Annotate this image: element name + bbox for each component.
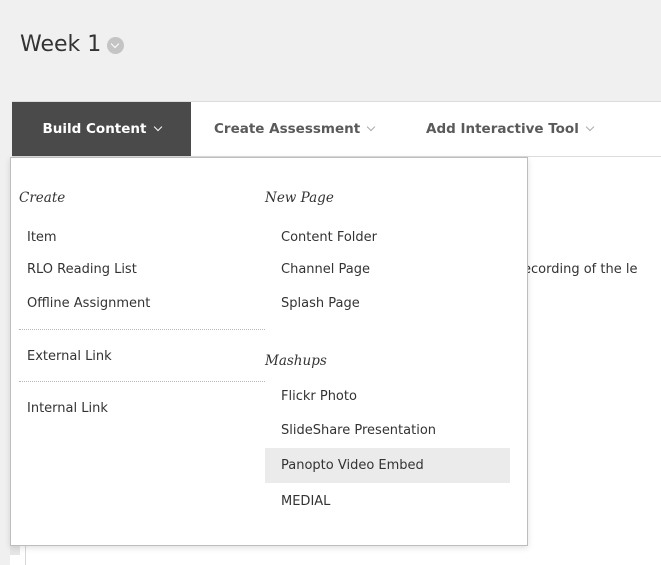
build-content-button[interactable]: Build Content <box>12 102 191 156</box>
add-interactive-tool-label: Add Interactive Tool <box>426 121 579 137</box>
new-page-heading: New Page <box>265 190 334 206</box>
page-title: Week 1 <box>20 32 125 57</box>
create-assessment-label: Create Assessment <box>214 121 361 137</box>
chevron-down-icon <box>366 122 376 132</box>
menu-divider <box>19 381 265 382</box>
menu-item-slideshare-presentation[interactable]: SlideShare Presentation <box>281 419 436 443</box>
menu-item-item[interactable]: Item <box>27 226 57 250</box>
action-bar: Build Content Create Assessment Add Inte… <box>12 101 661 157</box>
page-header: Week 1 <box>0 0 661 100</box>
chevron-down-icon <box>153 122 162 132</box>
menu-item-internal-link[interactable]: Internal Link <box>27 397 108 421</box>
build-content-menu: Create Item RLO Reading List Offline Ass… <box>10 157 528 546</box>
scroll-corner <box>10 545 20 555</box>
create-assessment-button[interactable]: Create Assessment <box>214 102 376 156</box>
menu-item-panopto-video-embed[interactable]: Panopto Video Embed <box>265 448 510 483</box>
menu-item-content-folder[interactable]: Content Folder <box>281 226 377 250</box>
menu-item-medial[interactable]: MEDIAL <box>281 490 330 514</box>
menu-item-splash-page[interactable]: Splash Page <box>281 292 360 316</box>
menu-divider <box>19 329 265 330</box>
menu-item-offline-assignment[interactable]: Offline Assignment <box>27 292 150 316</box>
page-title-text: Week 1 <box>20 32 102 57</box>
mashups-heading: Mashups <box>265 353 327 369</box>
create-heading: Create <box>19 190 66 206</box>
chevron-circle-down-icon[interactable] <box>107 37 125 54</box>
build-content-label: Build Content <box>42 121 147 137</box>
add-interactive-tool-button[interactable]: Add Interactive Tool <box>426 102 595 156</box>
menu-item-external-link[interactable]: External Link <box>27 345 112 369</box>
chevron-down-icon <box>585 122 595 132</box>
menu-item-rlo-reading-list[interactable]: RLO Reading List <box>27 258 137 282</box>
menu-item-channel-page[interactable]: Channel Page <box>281 258 370 282</box>
content-item-text: ecording of the le <box>523 262 638 277</box>
menu-item-flickr-photo[interactable]: Flickr Photo <box>281 385 357 409</box>
